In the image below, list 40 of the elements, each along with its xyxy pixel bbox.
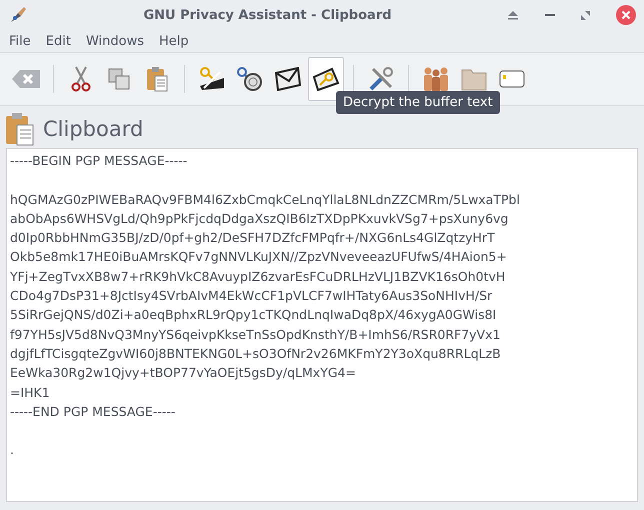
envelope-icon	[274, 67, 302, 91]
card-icon	[499, 70, 525, 88]
text-area[interactable]	[6, 148, 638, 502]
clipboard-icon	[5, 112, 35, 146]
menu-item[interactable]: Windows	[86, 34, 144, 48]
menu-item[interactable]: Edit	[46, 34, 71, 48]
people-icon	[422, 65, 450, 93]
envelope-key-icon	[312, 67, 340, 91]
text-line: -----BEGIN PGP MESSAGE-----	[10, 153, 188, 168]
copy-icon	[108, 68, 130, 90]
close-icon[interactable]	[616, 5, 636, 25]
decrypt-button[interactable]	[308, 57, 344, 101]
menu-item[interactable]: File	[9, 34, 31, 48]
page-heading: Clipboard	[43, 117, 144, 141]
text-line: f97YH5sJV5d8NvQ3MnyYS6qeivpKkseTnSsOpdKnsthY/B+ImhS6/RSR0RF7yVx1	[10, 326, 500, 342]
key-pen-icon	[198, 66, 226, 92]
window-title: GNU Privacy Assistant - Clipboard	[142, 8, 393, 22]
text-line: 5SiRrGejQNS/d0Zi+a0eqBphxRL9rQpy1cTKQndLnqIwaDq8pX/46xygA0GWis8I	[10, 307, 496, 322]
maximize-icon[interactable]	[581, 10, 590, 20]
text-line: .	[10, 442, 14, 458]
text-line: =IHK1	[10, 384, 50, 400]
key-seal-icon	[236, 66, 264, 92]
text-line: CDo4g7DsP31+8JctIsy4SVrbAIvM4EkWcCF1pVLCF7wIHTaty6Aus3SoNHIvH/Sr	[10, 288, 492, 304]
scissors-icon	[71, 66, 91, 92]
tooltip: Decrypt the buffer text	[336, 91, 500, 114]
shade-icon[interactable]	[507, 10, 519, 20]
minimize-icon[interactable]	[545, 13, 555, 17]
text-line: Okb5e8mk17HE0iBuAMrsKQFv7gNNVLKuJXN//ZpzVNveveeazUFUfwS/4HAion5+	[10, 249, 507, 264]
menu-item[interactable]: Help	[158, 34, 189, 48]
clear-icon	[11, 69, 41, 89]
text-line: d0Ip0RbbHNmG35BJ/zD/0pf+gh2/DeSFH7DZfcFMPqfr+/NXG6nLs4GlZqtzyHrT	[10, 230, 495, 246]
clipboard-icon	[146, 66, 168, 92]
text-line: dgjfLfTCisgqteZgvWI60j8BNTEKNG0L+sO3OfNr2v26MKFmY2Y3oXqu8RRLqLzB	[10, 346, 501, 361]
text-line: hQGMAzG0zPIWEBaRAQv9FBM4l6ZxbCmqkCeLnqYllaL8NLdnZZCMRm/5LwxaTPbl	[10, 192, 520, 207]
text-line: abObAps6WHSVgLd/Qh9pPkFjcdqDdgaXszQIB6IzTXDpPKxuvkVSg7+psXuny6vg	[10, 210, 508, 226]
text-line: YFj+ZegTvxXB8w7+rRK9hVkC8AvuypIZ6zvarEsFCuDRLHzVLJ1BZVK16sOh0tvH	[10, 268, 506, 284]
tools-icon	[368, 66, 394, 92]
app-icon	[8, 5, 28, 25]
text-line: -----END PGP MESSAGE-----	[10, 404, 176, 419]
text-line: EeWka30Rg2w1Qjvy+tBOP77vYaOEjt5gsDy/qLMxYG4=	[10, 365, 356, 380]
